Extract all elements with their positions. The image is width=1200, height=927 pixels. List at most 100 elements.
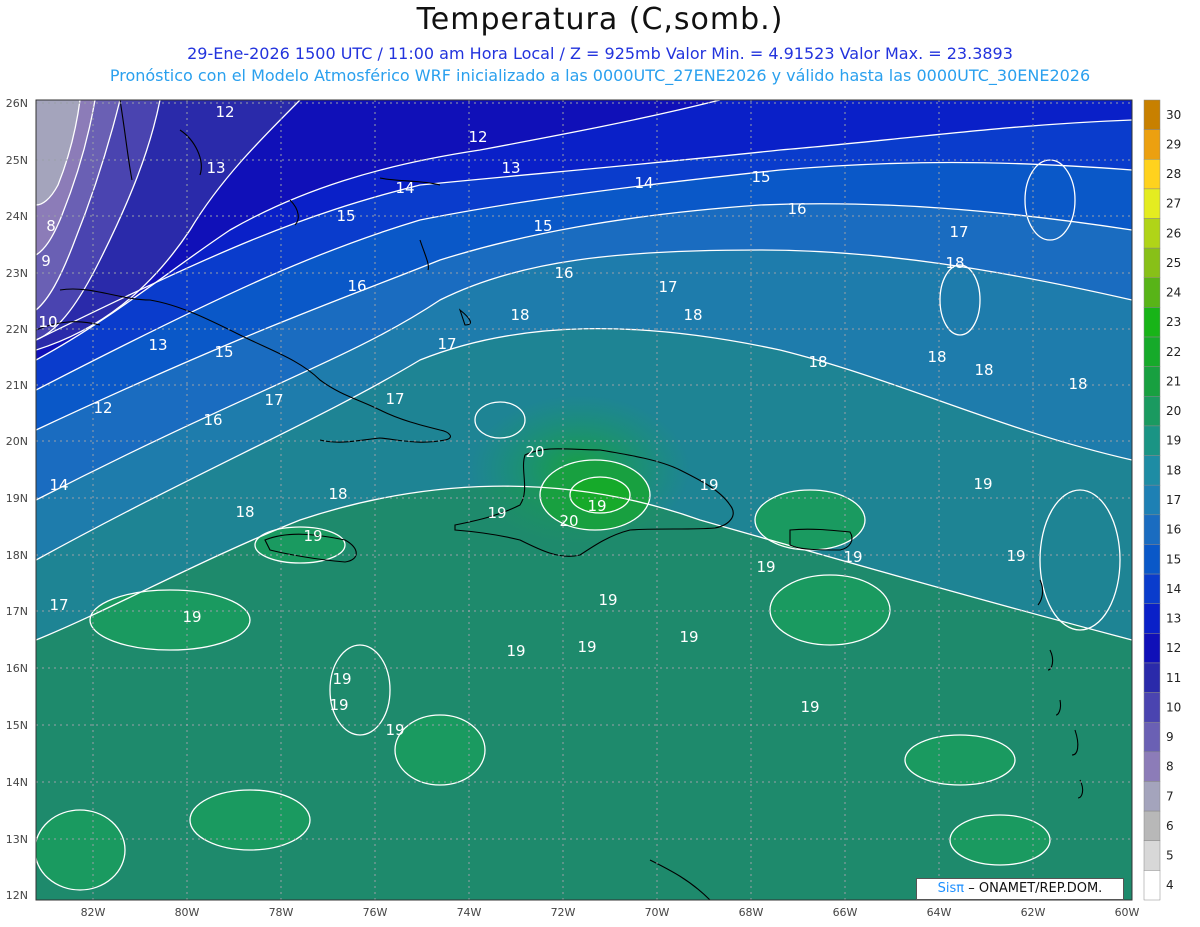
lat-label: 23N [6, 267, 28, 280]
contour-label: 17 [385, 390, 404, 408]
contour-label: 17 [264, 391, 283, 409]
contour-label: 19 [487, 504, 506, 522]
contour-label: 17 [658, 278, 677, 296]
contour-label: 18 [510, 306, 529, 324]
contour-label: 18 [1068, 375, 1087, 393]
contour-label: 12 [468, 128, 487, 146]
colorbar-label: 4 [1166, 878, 1174, 892]
contour-label: 16 [554, 264, 573, 282]
contour-label: 18 [328, 485, 347, 503]
contour-label: 15 [533, 217, 552, 235]
contour-label: 8 [46, 217, 56, 235]
contour-label: 12 [215, 103, 234, 121]
contour-label: 19 [182, 608, 201, 626]
contour-label: 19 [303, 527, 322, 545]
colorbar-label: 24 [1166, 286, 1181, 300]
colorbar-label: 13 [1166, 612, 1181, 626]
lon-label: 62W [1021, 906, 1046, 919]
contour-label: 18 [808, 353, 827, 371]
lat-label: 16N [6, 662, 28, 675]
colorbar-swatch [1143, 514, 1161, 545]
contour-label: 14 [49, 476, 68, 494]
colorbar-swatch [1143, 188, 1161, 219]
colorbar-swatch [1143, 870, 1161, 901]
lat-label: 24N [6, 210, 28, 223]
colorbar-swatch [1143, 633, 1161, 664]
contour-label: 20 [559, 512, 578, 530]
colorbar-label: 26 [1166, 226, 1181, 240]
colorbar-swatch [1143, 662, 1161, 693]
contour-label: 14 [395, 179, 414, 197]
lat-label: 17N [6, 605, 28, 618]
colorbar-swatch [1143, 810, 1161, 841]
colorbar-swatch [1143, 840, 1161, 871]
colorbar-swatch [1143, 781, 1161, 812]
contour-label: 19 [506, 642, 525, 660]
colorbar-label: 18 [1166, 463, 1181, 477]
colorbar-label: 9 [1166, 730, 1174, 744]
contour-label: 20 [525, 443, 544, 461]
contour-label: 19 [587, 497, 606, 515]
lat-label: 13N [6, 833, 28, 846]
colorbar-label: 5 [1166, 849, 1174, 863]
contour-label: 14 [634, 174, 653, 192]
colorbar-swatch [1143, 159, 1161, 190]
lon-label: 74W [457, 906, 482, 919]
colorbar-swatch [1143, 247, 1161, 279]
lat-label: 18N [6, 549, 28, 562]
contour-label: 19 [577, 638, 596, 656]
contour-label: 18 [974, 361, 993, 379]
contour-label: 17 [949, 223, 968, 241]
contour-label: 17 [49, 596, 68, 614]
colorbar-label: 11 [1166, 671, 1181, 685]
colorbar-swatch [1143, 336, 1161, 367]
latitude-axis: 26N 25N 24N 23N 22N 21N 20N 19N 18N 17N … [6, 97, 28, 902]
contour-label: 19 [385, 721, 404, 739]
credit-sis: Sisπ [937, 881, 965, 896]
colorbar-label: 6 [1166, 819, 1174, 833]
colorbar-label: 10 [1166, 700, 1181, 714]
colorbar-label: 27 [1166, 197, 1181, 211]
colorbar-label: 20 [1166, 404, 1181, 418]
colorbar-swatch [1143, 573, 1161, 604]
colorbar-label: 19 [1166, 434, 1181, 448]
contour-label: 19 [800, 698, 819, 716]
colorbar-swatch [1143, 129, 1161, 160]
lat-label: 14N [6, 776, 28, 789]
colorbar-label: 17 [1166, 493, 1181, 507]
lon-label: 64W [927, 906, 952, 919]
colorbar-swatch [1143, 455, 1161, 486]
colorbar-swatch [1143, 277, 1161, 308]
contour-label: 13 [206, 159, 225, 177]
lat-label: 20N [6, 435, 28, 448]
lon-label: 82W [81, 906, 106, 919]
longitude-axis: 82W 80W 78W 76W 74W 72W 70W 68W 66W 64W … [81, 906, 1140, 919]
colorbar-swatch [1143, 425, 1161, 456]
contour-label: 18 [235, 503, 254, 521]
colorbar-label: 29 [1166, 137, 1181, 151]
lon-label: 68W [739, 906, 764, 919]
contour-label: 19 [699, 476, 718, 494]
contour-label: 13 [148, 336, 167, 354]
lat-label: 21N [6, 379, 28, 392]
contour-label: 16 [787, 200, 806, 218]
colorbar-swatch [1143, 544, 1161, 575]
contour-label: 12 [93, 399, 112, 417]
colorbar-swatch [1143, 692, 1161, 723]
colorbar-label: 16 [1166, 523, 1181, 537]
lat-label: 12N [6, 889, 28, 902]
contour-label: 10 [38, 313, 57, 331]
lon-label: 66W [833, 906, 858, 919]
contour-label: 19 [1006, 547, 1025, 565]
lon-label: 72W [551, 906, 576, 919]
lat-label: 19N [6, 492, 28, 505]
contour-label: 13 [501, 159, 520, 177]
contour-label: 19 [843, 548, 862, 566]
contour-label: 9 [41, 252, 51, 270]
contour-label: 16 [203, 411, 222, 429]
colorbar-swatch [1143, 751, 1161, 782]
lon-label: 78W [269, 906, 294, 919]
colorbar-label: 21 [1166, 374, 1181, 388]
contour-label: 15 [751, 168, 770, 186]
contour-label: 19 [598, 591, 617, 609]
